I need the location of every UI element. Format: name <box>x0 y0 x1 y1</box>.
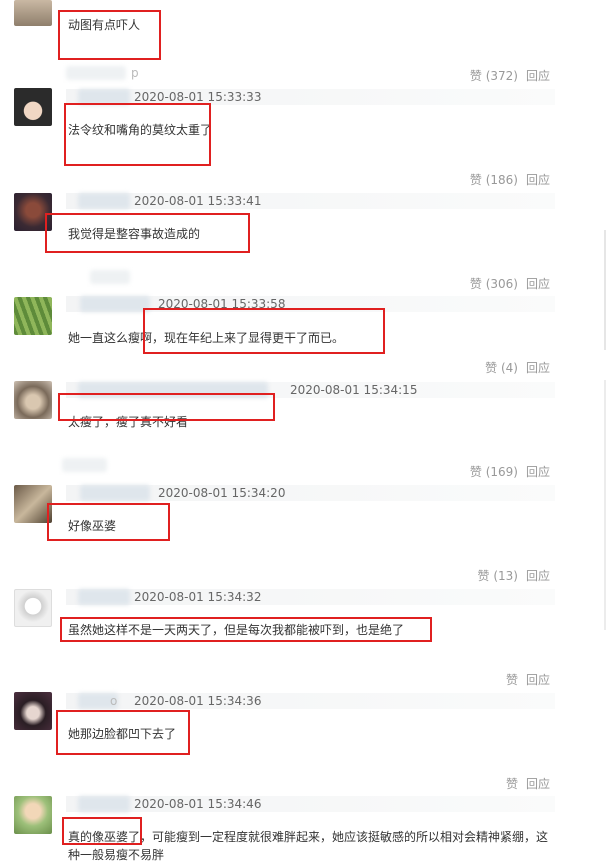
like-button[interactable]: 赞 (372) <box>470 67 518 84</box>
avatar[interactable] <box>14 0 52 26</box>
avatar[interactable] <box>14 692 52 730</box>
comment-actions: 赞回应 <box>506 671 550 688</box>
reply-button[interactable]: 回应 <box>526 171 550 188</box>
comment-actions: 赞 (372) 回应 <box>470 67 550 84</box>
timestamp: 2020-08-01 15:33:41 <box>134 194 262 208</box>
comment-actions: 赞 (306) 回应 <box>470 275 550 292</box>
like-button[interactable]: 赞 (306) <box>470 275 518 292</box>
blurred-username <box>62 458 107 472</box>
highlight-box <box>62 817 142 845</box>
timestamp: 2020-08-01 15:34:32 <box>134 590 262 604</box>
comment-meta: 2020-08-01 15:34:20 <box>66 485 555 501</box>
like-button[interactable]: 赞 <box>506 671 518 688</box>
blurred-username <box>80 296 150 312</box>
blurred-username <box>78 193 130 209</box>
comment-meta: 2020-08-01 15:33:41 <box>66 193 555 209</box>
like-button[interactable]: 赞 (186) <box>470 171 518 188</box>
scroll-edge <box>604 230 606 350</box>
reply-button[interactable]: 回应 <box>526 463 550 480</box>
username-fragment: p <box>131 66 139 80</box>
comment-actions: 赞 (13) 回应 <box>478 567 550 584</box>
timestamp: 2020-08-01 15:34:46 <box>134 797 262 811</box>
avatar[interactable] <box>14 796 52 834</box>
timestamp: 2020-08-01 15:34:15 <box>290 383 418 397</box>
highlight-box <box>143 308 385 354</box>
highlight-box <box>47 503 170 541</box>
avatar[interactable] <box>14 297 52 335</box>
timestamp: 2020-08-01 15:34:20 <box>158 486 286 500</box>
like-button[interactable]: 赞 <box>506 775 518 792</box>
comment-actions: 赞 (186) 回应 <box>470 171 550 188</box>
highlight-box <box>56 710 190 755</box>
timestamp: 2020-08-01 15:33:33 <box>134 90 262 104</box>
blurred-username <box>66 66 126 80</box>
comment-text-line2: 种一般易瘦不易胖 <box>68 848 165 862</box>
comment-meta: 2020-08-01 15:34:32 <box>66 589 555 605</box>
comment-meta: o 2020-08-01 15:34:36 <box>66 693 555 709</box>
reply-button[interactable]: 回应 <box>526 671 550 688</box>
blurred-username <box>90 270 130 284</box>
blurred-username <box>78 589 130 605</box>
reply-button[interactable]: 回应 <box>526 67 550 84</box>
blurred-username <box>78 796 130 812</box>
comment-meta: 2020-08-01 15:34:46 <box>66 796 555 812</box>
username-fragment: o <box>110 694 118 708</box>
like-button[interactable]: 赞 (169) <box>470 463 518 480</box>
highlight-box <box>58 393 275 421</box>
comment-actions: 赞 (169) 回应 <box>470 463 550 480</box>
comment-actions: 赞回应 <box>506 775 550 792</box>
avatar[interactable] <box>14 381 52 419</box>
avatar[interactable] <box>14 88 52 126</box>
blurred-username <box>80 485 150 501</box>
scroll-edge <box>604 380 606 630</box>
highlight-box <box>58 10 161 60</box>
highlight-box <box>64 103 211 166</box>
reply-button[interactable]: 回应 <box>526 275 550 292</box>
like-button[interactable]: 赞 (13) <box>478 567 518 584</box>
reply-button[interactable]: 回应 <box>526 775 550 792</box>
like-button[interactable]: 赞 (4) <box>485 359 518 376</box>
reply-button[interactable]: 回应 <box>526 567 550 584</box>
comment-actions: 赞 (4) 回应 <box>485 359 550 376</box>
timestamp: 2020-08-01 15:34:36 <box>134 694 262 708</box>
avatar[interactable] <box>14 589 52 627</box>
reply-button[interactable]: 回应 <box>526 359 550 376</box>
highlight-box <box>60 617 432 642</box>
highlight-box <box>45 213 250 253</box>
